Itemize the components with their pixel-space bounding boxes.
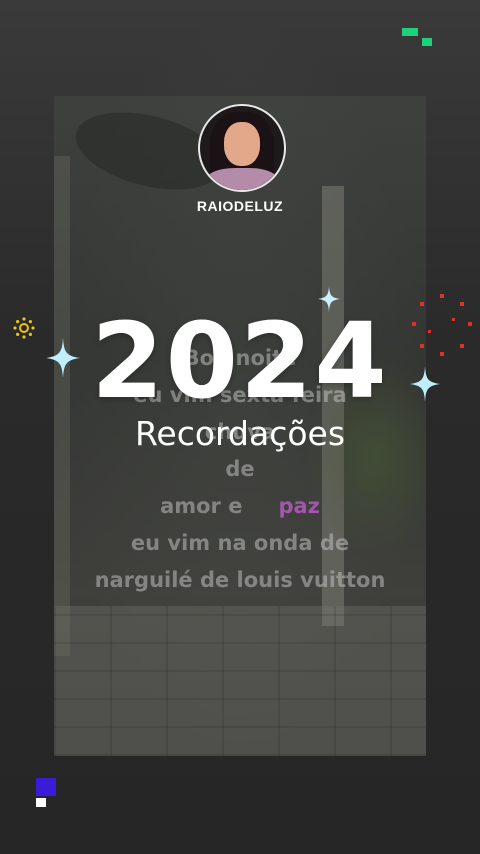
lyric-highlight-word: paz [278, 494, 320, 518]
lyric-line: eu vim na onda de [130, 531, 350, 555]
lyric-line: de [225, 457, 255, 481]
username[interactable]: RAIODELUZ [0, 198, 480, 214]
avatar[interactable] [198, 104, 286, 192]
star-sparkle-icon [318, 286, 340, 312]
sun-sparkle-icon [13, 317, 35, 339]
lyric-line: amor e paz [54, 488, 426, 525]
recap-subtitle: Recordações [134, 414, 346, 453]
lyric-line: narguilé de louis vuitton [94, 568, 386, 592]
firework-sparkle-icon [412, 294, 472, 356]
watermark-mark-icon [36, 778, 56, 808]
star-sparkle-icon [410, 366, 440, 402]
lyric-word: amor e [160, 494, 243, 518]
star-sparkle-icon [46, 338, 80, 378]
scene-floor [54, 606, 426, 756]
app-logo-icon [402, 28, 434, 48]
